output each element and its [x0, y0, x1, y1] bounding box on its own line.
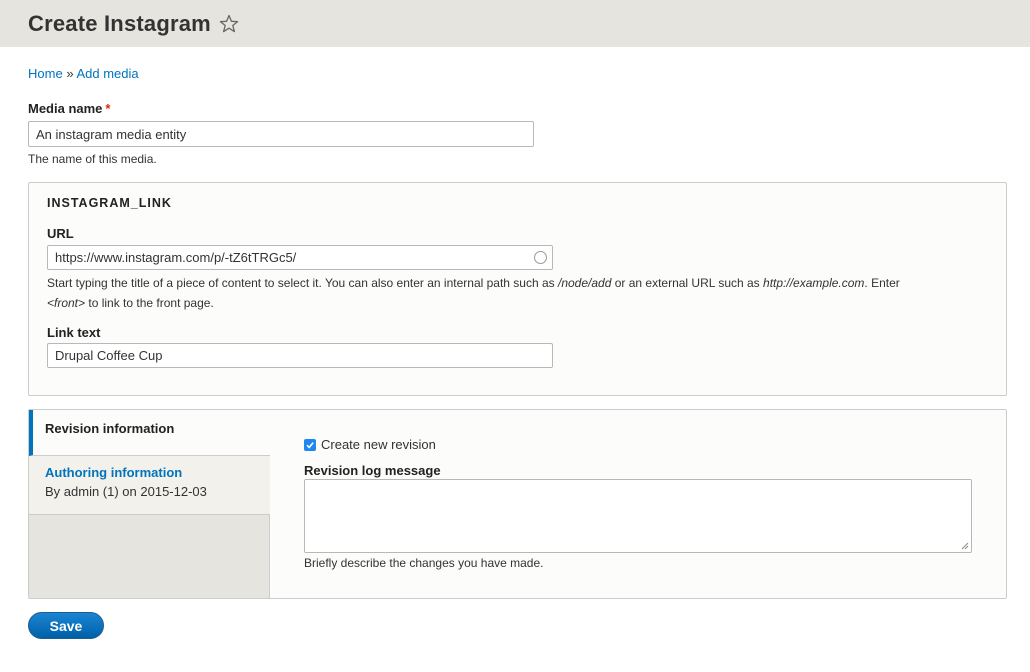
- media-name-label-row: Media name *: [28, 101, 110, 116]
- media-name-label: Media name: [28, 101, 103, 116]
- instagram-link-fieldset: INSTAGRAM_LINK URL https://www.instagram…: [28, 182, 1007, 396]
- vertical-tabs-menu: Revision information Authoring informati…: [29, 410, 270, 598]
- breadcrumb: Home » Add media: [28, 66, 139, 81]
- url-desc-node-add: /node/add: [558, 276, 612, 290]
- media-name-description: The name of this media.: [28, 152, 157, 166]
- url-desc-part4: to link to the front page.: [85, 296, 214, 310]
- breadcrumb-home-link[interactable]: Home: [28, 66, 63, 81]
- create-revision-checkbox[interactable]: [304, 438, 316, 451]
- url-desc-part2: or an external URL such as: [611, 276, 764, 290]
- revision-log-description: Briefly describe the changes you have ma…: [304, 556, 544, 570]
- url-input-value: https://www.instagram.com/p/-tZ6tTRGc5/: [55, 250, 297, 265]
- tab-authoring-information[interactable]: Authoring information By admin (1) on 20…: [29, 456, 270, 515]
- link-text-label: Link text: [47, 325, 101, 340]
- authoring-tab-title[interactable]: Authoring information: [45, 465, 270, 480]
- revision-log-label: Revision log message: [304, 463, 441, 478]
- create-revision-row: Create new revision: [304, 437, 436, 452]
- url-desc-front: <front>: [47, 296, 86, 310]
- url-description: Start typing the title of a piece of con…: [47, 273, 907, 313]
- url-label: URL: [47, 226, 74, 241]
- instagram-link-legend: INSTAGRAM_LINK: [47, 196, 172, 210]
- required-marker: *: [105, 101, 111, 116]
- url-input[interactable]: https://www.instagram.com/p/-tZ6tTRGc5/: [47, 245, 553, 270]
- vertical-tabs: Revision information Authoring informati…: [28, 409, 1007, 599]
- media-name-input[interactable]: An instagram media entity: [28, 121, 534, 147]
- url-desc-example: http://example.com: [763, 276, 865, 290]
- revision-log-textarea[interactable]: [304, 479, 972, 553]
- tab-revision-information[interactable]: Revision information: [29, 410, 270, 456]
- page-header: Create Instagram: [0, 0, 1030, 47]
- page-title: Create Instagram: [28, 10, 211, 36]
- star-icon[interactable]: [219, 14, 239, 34]
- save-button[interactable]: Save: [28, 612, 104, 639]
- create-revision-label: Create new revision: [321, 437, 436, 452]
- authoring-tab-summary: By admin (1) on 2015-12-03: [45, 484, 207, 499]
- checkmark-icon: [306, 441, 314, 449]
- resize-handle-icon[interactable]: [961, 542, 969, 550]
- autocomplete-throbber-icon: [534, 251, 547, 264]
- breadcrumb-add-media-link[interactable]: Add media: [76, 66, 138, 81]
- breadcrumb-separator: »: [66, 66, 74, 81]
- url-desc-part1: Start typing the title of a piece of con…: [47, 276, 558, 290]
- link-text-input[interactable]: Drupal Coffee Cup: [47, 343, 553, 368]
- url-desc-part3: . Enter: [864, 276, 900, 290]
